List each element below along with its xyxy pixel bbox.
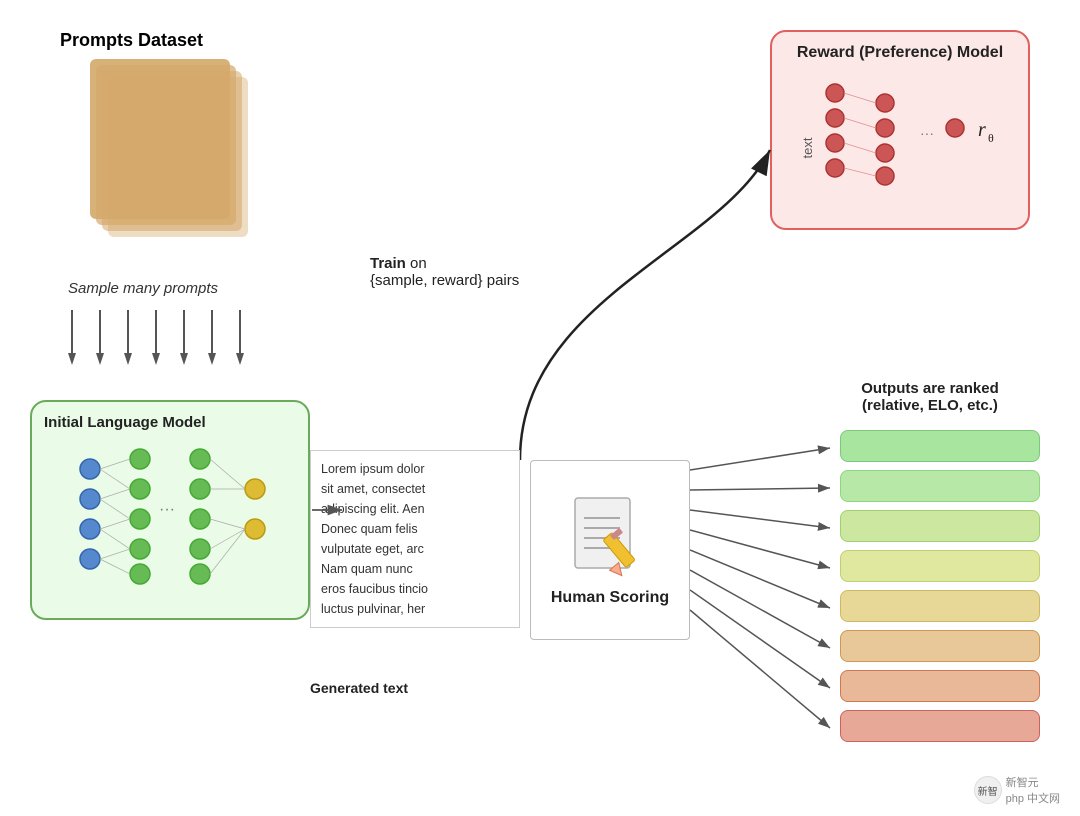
down-arrows — [65, 310, 247, 365]
watermark: 新智 新智元php 中文网 — [974, 774, 1060, 806]
svg-text:text: text — [800, 137, 815, 158]
document-pencil-icon — [570, 493, 650, 583]
sample-text: Sample many prompts — [68, 280, 218, 297]
ranked-bar-2 — [840, 470, 1040, 502]
ranked-bar-3 — [840, 510, 1040, 542]
svg-text:···: ··· — [159, 501, 175, 518]
prompts-dataset: Prompts Dataset — [60, 30, 280, 239]
lang-model-neural-net: ··· — [60, 439, 280, 589]
watermark-icon: 新智 — [974, 776, 1002, 804]
arrow-4 — [149, 310, 163, 365]
big-arrow-svg — [320, 100, 820, 500]
watermark-text: 新智元php 中文网 — [1006, 774, 1060, 806]
ranked-bar-7 — [840, 670, 1040, 702]
arrow-5 — [177, 310, 191, 365]
lang-model-box: Initial Language Model — [30, 400, 310, 620]
svg-text:···: ··· — [920, 125, 934, 141]
arrow-1 — [65, 310, 79, 365]
arrow-3 — [121, 310, 135, 365]
prompts-title: Prompts Dataset — [60, 30, 280, 51]
reward-model-title: Reward (Preference) Model — [784, 44, 1016, 62]
lang-model-title: Initial Language Model — [44, 414, 296, 431]
outputs-ranked-label: Outputs are ranked (relative, ELO, etc.) — [830, 380, 1030, 414]
ranked-bars — [840, 430, 1040, 742]
stacked-pages — [90, 59, 250, 239]
human-scoring-title: Human Scoring — [551, 589, 669, 607]
generated-text-content: Lorem ipsum dolor sit amet, consectet ad… — [321, 462, 428, 616]
ranked-bar-8 — [840, 710, 1040, 742]
human-scoring-box: Human Scoring — [530, 460, 690, 640]
arrow-6 — [205, 310, 219, 365]
train-bold: Train — [370, 255, 406, 272]
train-text: Train on{sample, reward} pairs — [370, 255, 530, 289]
svg-text:θ: θ — [988, 131, 994, 145]
generated-text-label: Generated text — [310, 680, 408, 696]
ranked-bar-4 — [840, 550, 1040, 582]
reward-model-box: Reward (Preference) Model text ··· r θ — [770, 30, 1030, 230]
diagram-container: Prompts Dataset Sample many prompts Init… — [0, 0, 1080, 816]
arrows-to-ranked — [690, 430, 850, 780]
outputs-ranked-text: Outputs are ranked (relative, ELO, etc.) — [861, 380, 999, 414]
arrow-7 — [233, 310, 247, 365]
lang-to-text-arrow — [312, 490, 352, 530]
page-4 — [90, 59, 230, 219]
ranked-bar-6 — [840, 630, 1040, 662]
ranked-bar-5 — [840, 590, 1040, 622]
arrow-2 — [93, 310, 107, 365]
reward-neural-net: text ··· r θ — [800, 68, 1000, 198]
ranked-bar-1 — [840, 430, 1040, 462]
generated-text-box: Lorem ipsum dolor sit amet, consectet ad… — [310, 450, 520, 628]
svg-text:r: r — [978, 119, 986, 141]
